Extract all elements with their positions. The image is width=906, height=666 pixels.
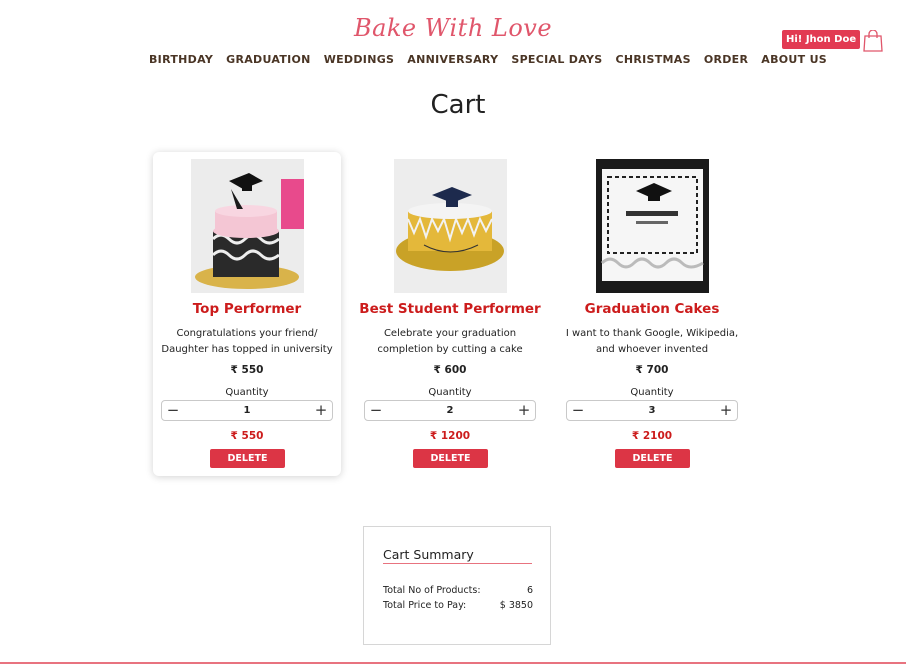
nav-special-days[interactable]: SPECIAL DAYS xyxy=(511,53,602,66)
total-price-label: Total Price to Pay: xyxy=(383,600,467,611)
increment-button[interactable]: + xyxy=(715,401,737,420)
item-subtotal: ₹ 2100 xyxy=(631,430,673,442)
delete-button[interactable]: DELETE xyxy=(615,449,690,468)
product-description: I want to thank Google, Wikipedia, and w… xyxy=(565,328,739,355)
footer-divider xyxy=(0,662,906,664)
total-price-value: $ 3850 xyxy=(499,600,533,611)
cake-image xyxy=(596,159,709,293)
cart-item-card: Graduation Cakes I want to thank Google,… xyxy=(558,152,746,476)
quantity-stepper: − 3 + xyxy=(566,400,738,421)
unit-price: ₹ 550 xyxy=(230,364,264,376)
product-name: Best Student Performer xyxy=(359,301,541,317)
quantity-value[interactable]: 3 xyxy=(589,405,715,416)
quantity-value[interactable]: 2 xyxy=(387,405,513,416)
product-description: Celebrate your graduation completion by … xyxy=(377,328,523,355)
nav-order[interactable]: ORDER xyxy=(704,53,748,66)
shopping-bag-icon[interactable] xyxy=(863,29,883,52)
total-products-label: Total No of Products: xyxy=(383,585,481,596)
cart-summary-title: Cart Summary xyxy=(383,547,532,564)
cake-image xyxy=(394,159,507,293)
cake-image xyxy=(191,159,304,293)
increment-button[interactable]: + xyxy=(513,401,535,420)
cart-item-card: Top Performer Congratulations your frien… xyxy=(153,152,341,476)
main-nav: BIRTHDAY GRADUATION WEDDINGS ANNIVERSARY… xyxy=(149,53,827,66)
quantity-label: Quantity xyxy=(630,387,674,398)
item-subtotal: ₹ 550 xyxy=(230,430,264,442)
quantity-stepper: − 2 + xyxy=(364,400,536,421)
brand-logo[interactable]: Bake With Love xyxy=(0,14,906,42)
delete-button[interactable]: DELETE xyxy=(210,449,285,468)
cart-item-card: Best Student Performer Celebrate your gr… xyxy=(356,152,544,476)
product-name: Graduation Cakes xyxy=(584,301,720,317)
cart-summary-panel: Cart Summary Total No of Products: 6 Tot… xyxy=(363,526,551,645)
product-name: Top Performer xyxy=(192,301,302,317)
product-description: Congratulations your friend/ Daughter ha… xyxy=(161,328,333,355)
unit-price: ₹ 700 xyxy=(635,364,669,376)
item-subtotal: ₹ 1200 xyxy=(429,430,471,442)
increment-button[interactable]: + xyxy=(310,401,332,420)
decrement-button[interactable]: − xyxy=(567,401,589,420)
nav-birthday[interactable]: BIRTHDAY xyxy=(149,53,213,66)
nav-weddings[interactable]: WEDDINGS xyxy=(324,53,395,66)
quantity-label: Quantity xyxy=(428,387,472,398)
quantity-label: Quantity xyxy=(225,387,269,398)
nav-christmas[interactable]: CHRISTMAS xyxy=(615,53,690,66)
total-products-value: 6 xyxy=(526,585,533,596)
nav-anniversary[interactable]: ANNIVERSARY xyxy=(407,53,498,66)
nav-about-us[interactable]: ABOUT US xyxy=(761,53,827,66)
decrement-button[interactable]: − xyxy=(162,401,184,420)
delete-button[interactable]: DELETE xyxy=(413,449,488,468)
quantity-stepper: − 1 + xyxy=(161,400,333,421)
total-products-row: Total No of Products: 6 xyxy=(383,585,533,596)
total-price-row: Total Price to Pay: $ 3850 xyxy=(383,600,533,611)
page-title: Cart xyxy=(430,90,486,120)
user-greeting-badge[interactable]: Hi! Jhon Doe xyxy=(782,30,861,49)
nav-graduation[interactable]: GRADUATION xyxy=(226,53,311,66)
decrement-button[interactable]: − xyxy=(365,401,387,420)
quantity-value[interactable]: 1 xyxy=(184,405,310,416)
unit-price: ₹ 600 xyxy=(433,364,467,376)
